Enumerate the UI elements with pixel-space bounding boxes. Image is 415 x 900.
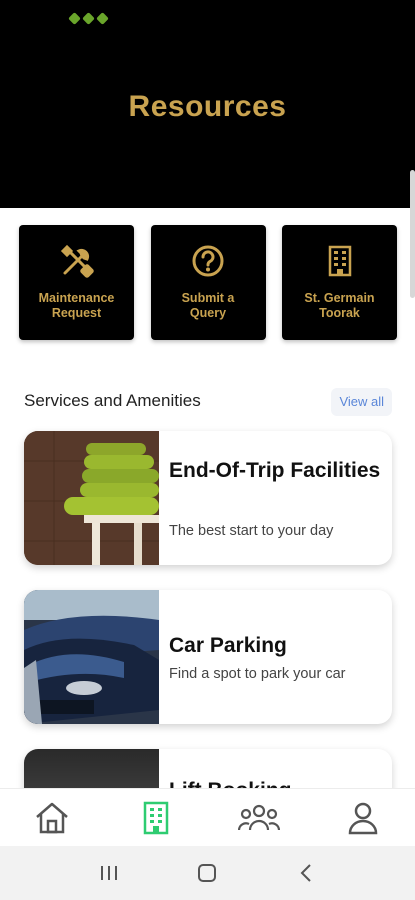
question-circle-icon [192, 245, 224, 277]
view-all-button[interactable]: View all [331, 388, 392, 416]
section-title: Services and Amenities [24, 391, 201, 410]
card-subtitle: Find a spot to park your car [169, 666, 346, 682]
cars-image [24, 590, 159, 724]
building-link-button[interactable]: St. Germain Toorak [282, 225, 397, 340]
card-subtitle: The best start to your day [169, 523, 334, 539]
profile-icon [348, 802, 378, 834]
recent-apps-icon [101, 866, 118, 880]
building-icon [143, 801, 168, 834]
notification-icon [68, 12, 81, 25]
quick-link-label: Submit a Query [181, 291, 235, 320]
notification-icon [96, 12, 109, 25]
service-card-end-of-trip[interactable]: End-Of-Trip Facilities The best start to… [24, 431, 392, 565]
card-title: Car Parking [169, 634, 287, 657]
maintenance-request-button[interactable]: Maintenance Request [19, 225, 134, 340]
page-title: Resources [128, 90, 287, 123]
back-button[interactable] [286, 853, 326, 893]
towels-image [24, 431, 159, 565]
system-nav-bar [0, 846, 415, 900]
nav-profile[interactable] [333, 793, 393, 843]
nav-building[interactable] [126, 793, 186, 843]
nav-community[interactable] [229, 793, 289, 843]
home-button[interactable] [187, 853, 227, 893]
quick-link-label: St. Germain Toorak [304, 291, 375, 320]
submit-query-button[interactable]: Submit a Query [150, 225, 266, 340]
building-icon [328, 245, 351, 277]
service-card-car-parking[interactable]: Car Parking Find a spot to park your car [24, 590, 392, 724]
community-icon [238, 804, 281, 830]
services-section-header: Services and Amenities View all [24, 388, 392, 416]
card-title: End-Of-Trip Facilities [169, 459, 381, 482]
recent-apps-button[interactable] [89, 853, 129, 893]
quick-links: Maintenance Request Submit a Query St. G… [19, 225, 397, 340]
header: Resources [0, 0, 415, 208]
back-chevron-icon [300, 864, 311, 882]
quick-link-label: Maintenance Request [38, 291, 115, 320]
tools-icon [60, 244, 94, 278]
notification-icon [82, 12, 95, 25]
nav-home[interactable] [22, 793, 82, 843]
bottom-nav [0, 788, 415, 846]
status-notification-icons [68, 12, 109, 25]
home-icon [36, 802, 68, 833]
scrollbar[interactable] [410, 170, 415, 298]
home-square-icon [198, 864, 217, 882]
